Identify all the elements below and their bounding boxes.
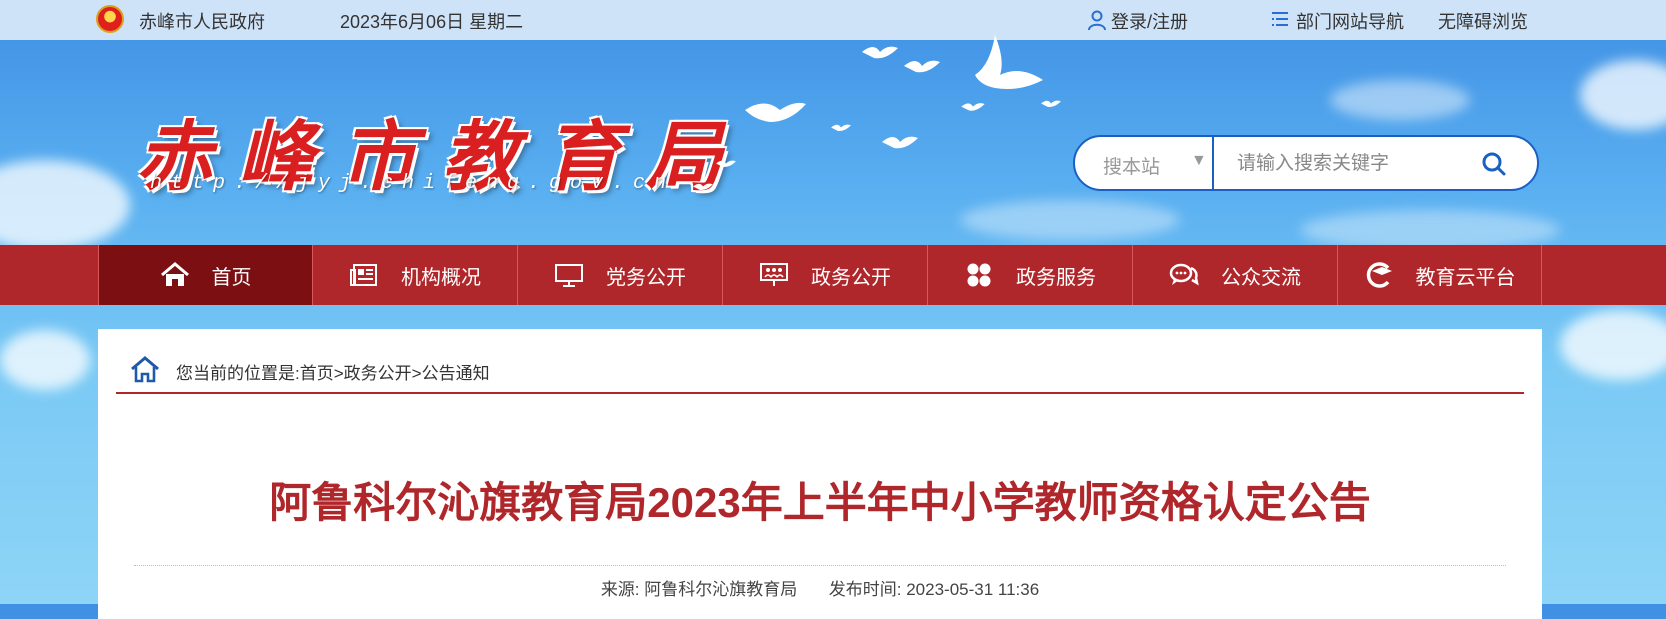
department-nav-icon [1272, 12, 1288, 26]
nav-item-party-affairs[interactable]: 党务公开 [517, 245, 722, 305]
article-meta: 来源: 阿鲁科尔沁旗教育局 发布时间: 2023-05-31 11:36 [98, 575, 1542, 600]
search-scope-select[interactable]: 搜本站 [1103, 152, 1160, 179]
dove-decoration [975, 35, 1043, 89]
education-cloud-icon [1366, 262, 1392, 288]
article-panel: 您当前的位置是:首页>政务公开>公告通知 阿鲁科尔沁旗教育局2023年上半年中小… [98, 329, 1542, 619]
site-logo-url: http://jyj.chifeng.gov.cn [150, 172, 676, 195]
dove-decoration [1041, 100, 1061, 108]
dove-decoration [831, 124, 851, 132]
home-icon [160, 262, 189, 286]
cloud-decoration [1560, 310, 1666, 380]
main-nav: 首页 机构概况 党务公开 政务公开 政务服务 公众交流 教育云平台 [0, 245, 1666, 305]
dove-decoration [745, 102, 806, 122]
dove-decoration [904, 60, 940, 73]
nav-item-label: 教育云平台 [1415, 266, 1516, 289]
nav-item-label: 党务公开 [606, 266, 686, 289]
breadcrumb-item-home[interactable]: 首页 [300, 364, 334, 383]
search-input[interactable] [1235, 149, 1469, 179]
breadcrumb-divider [116, 392, 1524, 394]
meeting-screen-icon [760, 263, 788, 286]
national-emblem-icon [96, 5, 124, 33]
dropdown-arrow-icon[interactable]: ▼ [1191, 152, 1207, 170]
nav-item-label: 政务公开 [811, 266, 891, 289]
nav-item-government-services[interactable]: 政务服务 [927, 245, 1132, 305]
publish-time-value: 2023-05-31 11:36 [906, 580, 1040, 599]
dove-decoration [882, 136, 918, 149]
current-date: 2023年6月06日 星期二 [340, 12, 524, 32]
nav-item-label: 公众交流 [1221, 266, 1301, 289]
source-label: 来源: [600, 580, 640, 599]
newspaper-icon [350, 264, 377, 286]
header-banner: 赤峰市教育局 http://jyj.chifeng.gov.cn 搜本站 ▼ [0, 35, 1666, 245]
nav-item-government-affairs[interactable]: 政务公开 [722, 245, 927, 305]
home-icon [131, 356, 159, 383]
dove-decoration [693, 183, 713, 190]
nav-item-public-communication[interactable]: 公众交流 [1132, 245, 1337, 305]
breadcrumb-prefix: 您当前的位置是: [176, 364, 300, 383]
accessibility-link[interactable]: 无障碍浏览 [1438, 8, 1528, 34]
nav-item-organization[interactable]: 机构概况 [312, 245, 517, 305]
cloud-decoration [0, 330, 90, 390]
nav-item-label: 机构概况 [401, 266, 481, 289]
search-box: 搜本站 ▼ [1073, 135, 1539, 191]
login-register-link[interactable]: 登录/注册 [1111, 8, 1188, 34]
search-icon[interactable] [1481, 151, 1507, 177]
nav-item-label: 政务服务 [1016, 266, 1096, 289]
nav-item-label: 首页 [211, 266, 252, 289]
breadcrumb-item-announcements[interactable]: 公告通知 [422, 364, 490, 383]
dove-decoration [862, 46, 898, 59]
dove-decoration [716, 160, 736, 168]
chat-bubbles-icon [1169, 263, 1199, 286]
nav-item-education-cloud[interactable]: 教育云平台 [1337, 245, 1542, 305]
article-title: 阿鲁科尔沁旗教育局2023年上半年中小学教师资格认定公告 [269, 479, 1371, 526]
monitor-icon [555, 264, 583, 287]
breadcrumb-item-government-affairs[interactable]: 政务公开 [344, 364, 412, 383]
source-value: 阿鲁科尔沁旗教育局 [644, 580, 798, 599]
top-bar: 赤峰市人民政府 2023年6月06日 星期二 登录/注册 部门网站导航 无障碍浏… [0, 0, 1666, 40]
breadcrumb: 您当前的位置是:首页>政务公开>公告通知 [176, 359, 490, 384]
publish-time-label: 发布时间: [828, 580, 902, 599]
department-nav-link[interactable]: 部门网站导航 [1296, 8, 1404, 34]
dove-decoration [961, 103, 985, 111]
meta-divider [134, 565, 1506, 566]
grid-services-icon [967, 263, 991, 287]
site-name-link[interactable]: 赤峰市人民政府 [139, 8, 265, 34]
user-icon [1088, 10, 1106, 31]
search-divider [1212, 137, 1214, 189]
breadcrumb-separator: > [333, 364, 344, 383]
breadcrumb-separator: > [411, 364, 422, 383]
nav-item-home[interactable]: 首页 [98, 245, 312, 305]
